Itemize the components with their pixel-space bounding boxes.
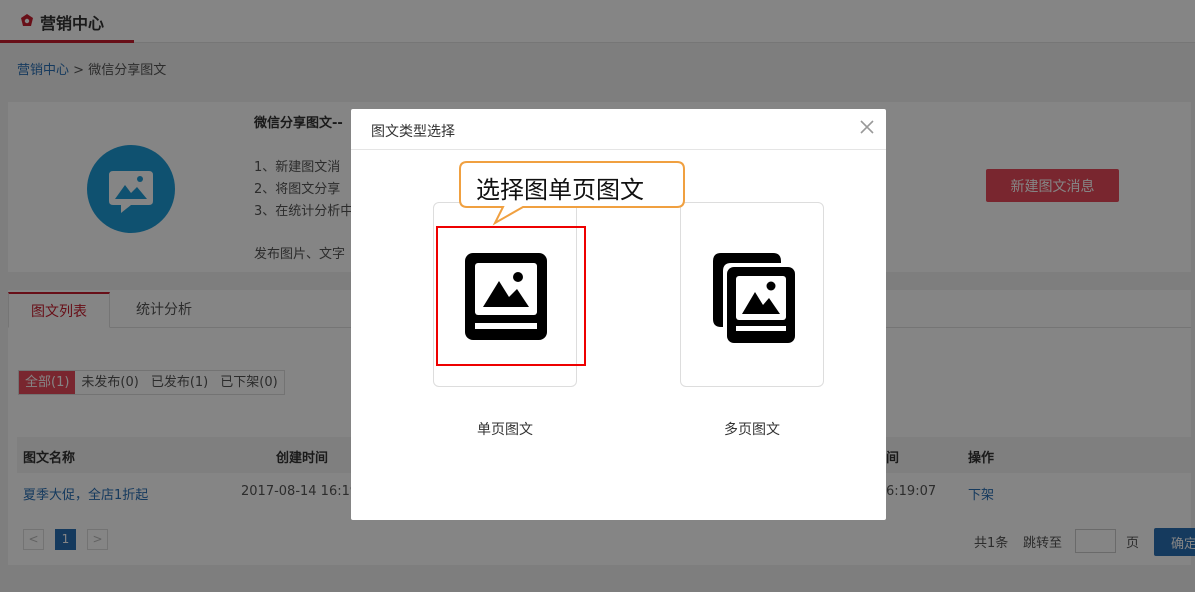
modal-title: 图文类型选择 (371, 124, 455, 140)
close-icon[interactable] (858, 118, 876, 136)
multi-page-option[interactable] (680, 202, 824, 387)
modal-header: 图文类型选择 (351, 109, 886, 150)
highlight-box (436, 226, 586, 366)
multi-page-label: 多页图文 (724, 422, 780, 438)
single-page-label: 单页图文 (477, 422, 533, 438)
callout-text: 选择图单页图文 (476, 176, 644, 204)
multi-image-icon (713, 253, 795, 343)
